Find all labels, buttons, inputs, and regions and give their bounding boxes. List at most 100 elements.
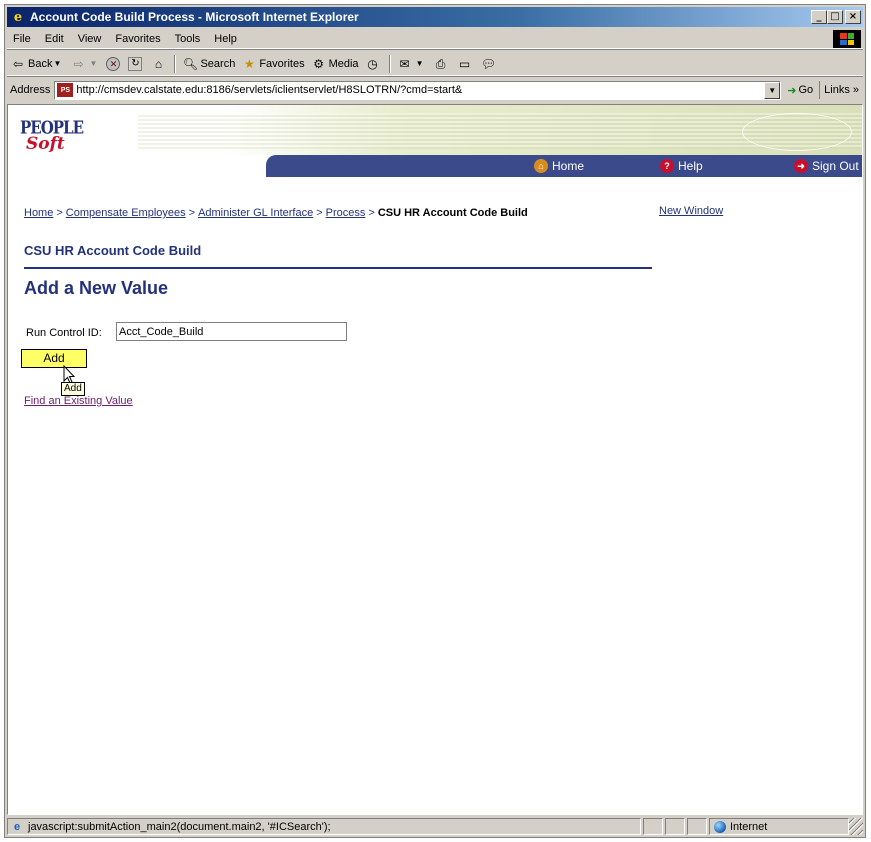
internet-globe-icon bbox=[714, 820, 726, 833]
peoplesoft-header-banner: PEOPLE Soft bbox=[8, 105, 862, 155]
address-dropdown-icon[interactable]: ▼ bbox=[764, 81, 781, 99]
refresh-icon: ↻ bbox=[128, 56, 143, 71]
back-label: Back bbox=[28, 57, 53, 70]
mail-icon: ✉ bbox=[399, 56, 410, 71]
menu-file[interactable]: File bbox=[7, 33, 38, 45]
dropdown-arrow-icon: ▼ bbox=[415, 58, 424, 68]
internet-explorer-icon: e bbox=[13, 9, 23, 25]
history-icon: ◷ bbox=[367, 56, 378, 71]
close-button[interactable]: × bbox=[845, 10, 861, 24]
breadcrumb-separator: > bbox=[316, 207, 323, 219]
nav-signout-label: Sign Out bbox=[812, 159, 859, 173]
logo-soft-text: Soft bbox=[26, 134, 65, 154]
favorites-label: Favorites bbox=[259, 57, 305, 70]
globe-graphic bbox=[742, 113, 852, 151]
breadcrumb-administer-gl-interface[interactable]: Administer GL Interface bbox=[198, 207, 313, 219]
run-control-label: Run Control ID: bbox=[26, 327, 102, 339]
nav-help-label: Help bbox=[678, 159, 703, 173]
media-icon: ⚙ bbox=[313, 56, 324, 71]
resize-grip[interactable] bbox=[849, 818, 863, 835]
discuss-icon: 💬︎ bbox=[480, 56, 497, 71]
browser-window: e Account Code Build Process - Microsoft… bbox=[4, 4, 866, 838]
status-cell bbox=[643, 818, 663, 835]
peoplesoft-logo: PEOPLE Soft bbox=[20, 118, 90, 154]
media-label: Media bbox=[328, 57, 359, 70]
favorites-button[interactable]: ★ Favorites bbox=[238, 53, 307, 75]
go-arrow-icon: ➜ bbox=[787, 84, 797, 97]
menu-view[interactable]: View bbox=[71, 33, 109, 45]
menu-favorites[interactable]: Favorites bbox=[108, 33, 167, 45]
page-title: CSU HR Account Code Build bbox=[24, 243, 202, 258]
forward-button[interactable]: ⇨ ▼ bbox=[67, 53, 103, 75]
menu-bar: File Edit View Favorites Tools Help bbox=[7, 29, 863, 49]
add-button[interactable]: Add bbox=[21, 349, 87, 368]
back-button[interactable]: ⇦ Back ▼ bbox=[7, 53, 67, 75]
go-button[interactable]: ➜ Go bbox=[781, 84, 819, 97]
search-label: Search bbox=[200, 57, 236, 70]
breadcrumb-process[interactable]: Process bbox=[326, 207, 366, 219]
breadcrumb-current: CSU HR Account Code Build bbox=[377, 207, 528, 219]
window-title: Account Code Build Process - Microsoft I… bbox=[30, 10, 359, 24]
media-button[interactable]: ⚙ Media bbox=[308, 53, 362, 75]
status-bar: e javascript:submitAction_main2(document… bbox=[7, 817, 863, 836]
nav-signout-link[interactable]: ➜ Sign Out bbox=[794, 159, 859, 173]
edit-button[interactable]: ▭ bbox=[454, 53, 478, 75]
security-zone: Internet bbox=[709, 818, 849, 835]
nav-home-label: Home bbox=[552, 159, 585, 173]
nav-help-link[interactable]: ? Help bbox=[660, 159, 703, 173]
links-button[interactable]: Links » bbox=[819, 81, 863, 99]
stop-button[interactable]: ✕ bbox=[103, 53, 125, 75]
window-controls: _ □ × bbox=[811, 10, 861, 24]
search-icon: 🔍︎ bbox=[182, 56, 199, 71]
home-toolbar-button[interactable]: ⌂ bbox=[147, 53, 171, 75]
run-control-input[interactable] bbox=[116, 322, 347, 341]
help-icon: ? bbox=[660, 159, 674, 173]
standard-toolbar: ⇦ Back ▼ ⇨ ▼ ✕ ↻ ⌂ 🔍︎ Search ★ Favorites… bbox=[7, 52, 863, 76]
favorites-icon: ★ bbox=[243, 56, 255, 71]
minimize-button[interactable]: _ bbox=[811, 10, 827, 24]
mail-button[interactable]: ✉ ▼ bbox=[394, 53, 430, 75]
page-icon: e bbox=[13, 820, 21, 833]
title-bar[interactable]: e Account Code Build Process - Microsoft… bbox=[7, 7, 863, 27]
toolbar-separator bbox=[388, 54, 391, 73]
search-button[interactable]: 🔍︎ Search bbox=[179, 53, 238, 75]
breadcrumb-compensate-employees[interactable]: Compensate Employees bbox=[66, 207, 186, 219]
dropdown-arrow-icon: ▼ bbox=[89, 58, 98, 68]
status-text-panel: e javascript:submitAction_main2(document… bbox=[7, 818, 641, 835]
breadcrumb: Home > Compensate Employees > Administer GL … bbox=[24, 207, 528, 219]
forward-arrow-icon: ⇨ bbox=[73, 56, 84, 71]
peoplesoft-favicon-icon: PS bbox=[57, 83, 74, 97]
stop-icon: ✕ bbox=[106, 56, 121, 71]
home-icon: ⌂ bbox=[534, 159, 548, 173]
history-button[interactable]: ◷ bbox=[362, 53, 386, 75]
nav-home-link[interactable]: ⌂ Home bbox=[534, 159, 584, 173]
page-viewport[interactable]: PEOPLE Soft ⌂ Home ? Help ➜ Sign Out Hom… bbox=[7, 104, 863, 815]
add-tooltip: Add bbox=[61, 382, 85, 396]
menu-help[interactable]: Help bbox=[207, 33, 244, 45]
windows-logo-icon bbox=[833, 30, 861, 48]
address-label: Address bbox=[10, 84, 51, 96]
find-existing-value-link[interactable]: Find an Existing Value bbox=[24, 395, 133, 407]
address-url: http://cmsdev.calstate.edu:8186/servlets… bbox=[76, 84, 463, 96]
new-window-link[interactable]: New Window bbox=[659, 205, 723, 217]
refresh-button[interactable]: ↻ bbox=[125, 53, 147, 75]
back-arrow-icon: ⇦ bbox=[12, 56, 24, 71]
dropdown-arrow-icon: ▼ bbox=[53, 58, 62, 68]
status-cell bbox=[665, 818, 685, 835]
zone-label: Internet bbox=[730, 820, 768, 833]
home-icon: ⌂ bbox=[154, 56, 163, 71]
maximize-button[interactable]: □ bbox=[827, 10, 843, 24]
print-button[interactable]: ⎙ bbox=[430, 53, 454, 75]
breadcrumb-separator: > bbox=[188, 207, 196, 219]
menu-tools[interactable]: Tools bbox=[168, 33, 208, 45]
discuss-button[interactable]: 💬︎ bbox=[478, 53, 502, 75]
go-label: Go bbox=[798, 84, 814, 96]
breadcrumb-home[interactable]: Home bbox=[24, 207, 53, 219]
breadcrumb-separator: > bbox=[56, 207, 63, 219]
section-title: Add a New Value bbox=[24, 278, 169, 298]
status-cell bbox=[687, 818, 707, 835]
edit-icon: ▭ bbox=[458, 56, 471, 71]
menu-edit[interactable]: Edit bbox=[38, 33, 71, 45]
title-divider bbox=[24, 267, 652, 269]
address-input[interactable]: PS http://cmsdev.calstate.edu:8186/servl… bbox=[54, 80, 782, 100]
